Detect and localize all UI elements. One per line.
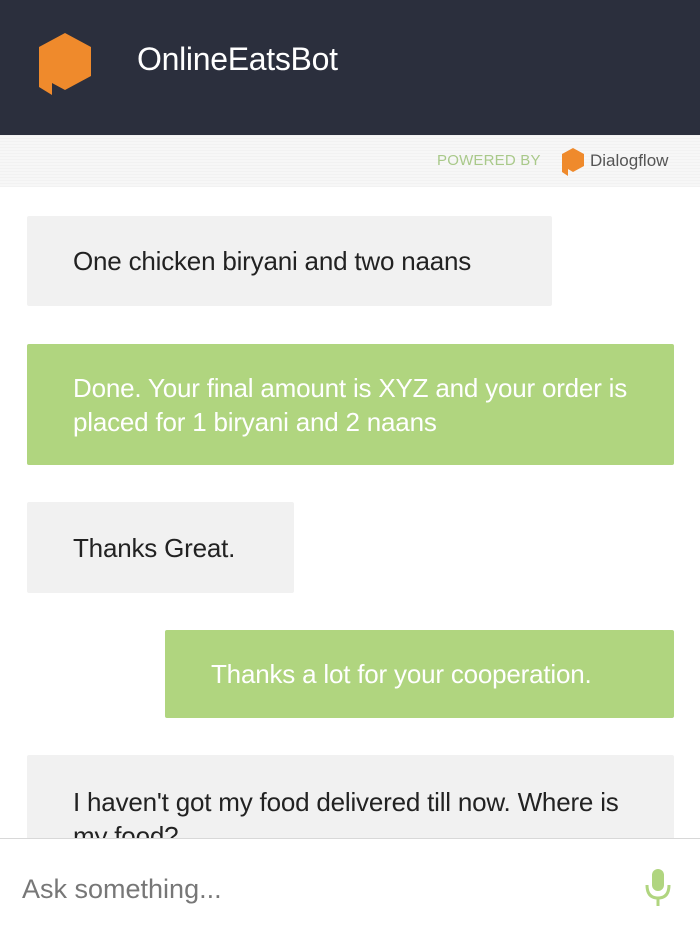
microphone-icon[interactable] [644, 868, 672, 908]
bot-message: Done. Your final amount is XYZ and your … [27, 344, 674, 465]
user-message: Thanks Great. [27, 502, 294, 593]
chat-app: OnlineEatsBot POWERED BY Dialogflow One … [0, 0, 700, 932]
user-message: One chicken biryani and two naans [27, 216, 552, 306]
ask-input[interactable] [22, 859, 622, 919]
chat-header: OnlineEatsBot [0, 0, 700, 135]
bot-title: OnlineEatsBot [137, 41, 338, 77]
user-message: I haven't got my food delivered till now… [27, 755, 674, 838]
bot-speech-bubble-icon [39, 33, 91, 95]
message-list[interactable]: One chicken biryani and two naans Done. … [0, 187, 700, 838]
dialogflow-logo-icon[interactable] [561, 147, 585, 177]
powered-by-label: POWERED BY [437, 152, 541, 169]
bot-message: Thanks a lot for your cooperation. [165, 630, 674, 718]
dialogflow-link[interactable]: Dialogflow [590, 151, 668, 171]
input-bar [0, 838, 700, 932]
